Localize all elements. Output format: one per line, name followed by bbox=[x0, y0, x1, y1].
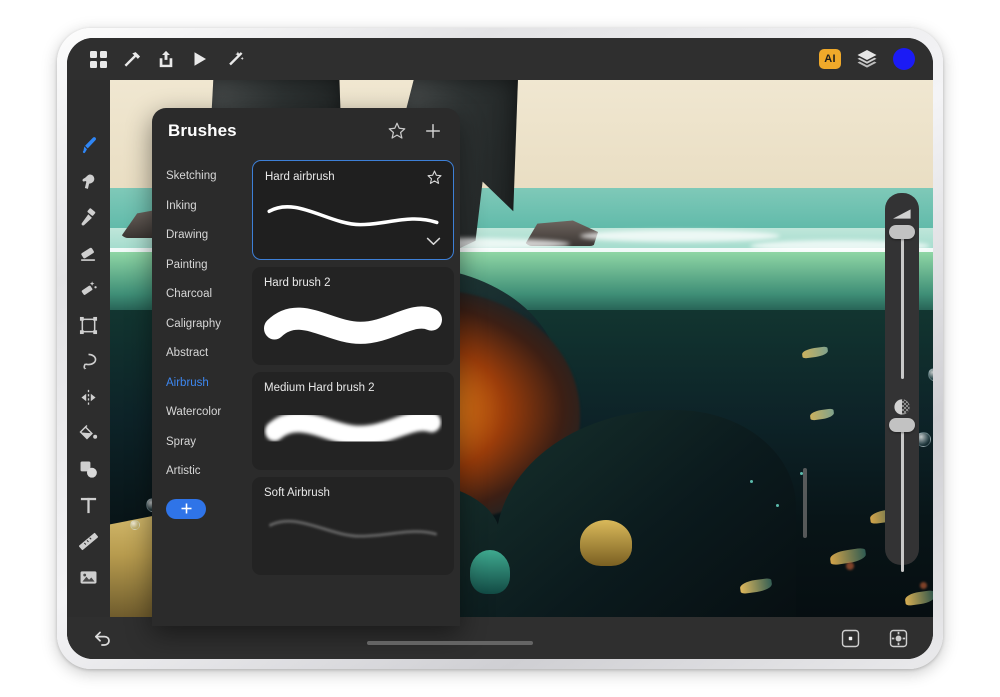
add-brush-icon[interactable] bbox=[422, 120, 444, 142]
color-preview-icon[interactable] bbox=[833, 621, 867, 655]
paint-bucket-tool[interactable] bbox=[74, 420, 104, 446]
ai-badge[interactable]: AI bbox=[819, 49, 841, 69]
category-abstract[interactable]: Abstract bbox=[166, 339, 252, 369]
brush-card-hard-brush-2[interactable]: Hard brush 2 bbox=[252, 267, 454, 365]
category-sketching[interactable]: Sketching bbox=[166, 162, 252, 192]
fit-to-screen-icon[interactable] bbox=[881, 621, 915, 655]
brush-name: Soft Airbrush bbox=[264, 487, 330, 499]
favorites-star-icon[interactable] bbox=[386, 120, 408, 142]
magic-eraser-tool[interactable] bbox=[74, 276, 104, 302]
brushes-panel-header: Brushes bbox=[152, 108, 460, 154]
category-painting[interactable]: Painting bbox=[166, 251, 252, 281]
brush-card-hard-airbrush[interactable]: Hard airbrush bbox=[252, 160, 454, 260]
layers-icon[interactable] bbox=[855, 47, 879, 71]
play-animate-icon[interactable] bbox=[183, 42, 217, 76]
brush-list[interactable]: Hard airbrush Hard brush 2 Medium Hard b… bbox=[252, 154, 460, 626]
tablet-screen: AI Brushes Sketching Inking Drawing Pain… bbox=[67, 38, 933, 659]
top-toolbar: AI bbox=[67, 38, 933, 80]
brush-settings-dock bbox=[885, 193, 919, 572]
brush-card-medium-hard-brush-2[interactable]: Medium Hard brush 2 bbox=[252, 372, 454, 470]
share-export-icon[interactable] bbox=[149, 42, 183, 76]
artwork-coral bbox=[580, 520, 632, 566]
brush-name: Hard brush 2 bbox=[264, 277, 331, 289]
opacity-checker-icon bbox=[892, 397, 912, 417]
artwork-coral bbox=[470, 550, 510, 594]
category-spray[interactable]: Spray bbox=[166, 428, 252, 458]
brush-name: Hard airbrush bbox=[265, 171, 335, 183]
image-insert-tool[interactable] bbox=[74, 564, 104, 590]
brush-card-soft-airbrush[interactable]: Soft Airbrush bbox=[252, 477, 454, 575]
opacity-track[interactable] bbox=[889, 418, 915, 572]
brush-preview-stroke bbox=[264, 293, 442, 355]
brush-preview-stroke bbox=[264, 503, 442, 565]
chevron-down-icon[interactable] bbox=[426, 233, 441, 251]
tool-sidebar bbox=[67, 80, 110, 617]
brush-size-track[interactable] bbox=[889, 225, 915, 379]
brush-size-slider[interactable] bbox=[885, 204, 919, 379]
brushes-panel-actions bbox=[386, 120, 444, 142]
symmetry-mirror-tool[interactable] bbox=[74, 384, 104, 410]
category-charcoal[interactable]: Charcoal bbox=[166, 280, 252, 310]
artwork-bubble bbox=[130, 520, 140, 530]
opacity-knob[interactable] bbox=[889, 418, 915, 432]
shapes-tool[interactable] bbox=[74, 456, 104, 482]
tablet-device: AI Brushes Sketching Inking Drawing Pain… bbox=[57, 28, 943, 669]
canvas-vertical-scrollbar[interactable] bbox=[803, 468, 807, 538]
stamp-roller-tool[interactable] bbox=[74, 204, 104, 230]
color-swatch[interactable] bbox=[893, 48, 915, 70]
brushes-panel: Brushes Sketching Inking Drawing Paintin… bbox=[152, 108, 460, 626]
page-title: Brushes bbox=[168, 121, 237, 140]
brush-category-list: Sketching Inking Drawing Painting Charco… bbox=[152, 154, 252, 626]
artwork-foam bbox=[580, 230, 780, 242]
text-tool[interactable] bbox=[74, 492, 104, 518]
eraser-tool[interactable] bbox=[74, 240, 104, 266]
top-toolbar-right-group: AI bbox=[819, 47, 933, 71]
ruler-tool[interactable] bbox=[74, 528, 104, 554]
brush-size-wedge-icon bbox=[892, 204, 912, 224]
transform-tool[interactable] bbox=[74, 312, 104, 338]
brush-name: Medium Hard brush 2 bbox=[264, 382, 375, 394]
category-drawing[interactable]: Drawing bbox=[166, 221, 252, 251]
adjustments-hammer-icon[interactable] bbox=[115, 42, 149, 76]
opacity-slider[interactable] bbox=[885, 397, 919, 572]
lasso-select-tool[interactable] bbox=[74, 348, 104, 374]
screenshot-root: AI Brushes Sketching Inking Drawing Pain… bbox=[0, 0, 1000, 697]
canvas-horizontal-scrollbar[interactable] bbox=[367, 641, 533, 645]
brush-preview-stroke bbox=[264, 398, 442, 460]
magic-wand-icon[interactable] bbox=[217, 42, 251, 76]
category-airbrush[interactable]: Airbrush bbox=[166, 369, 252, 399]
top-toolbar-left-group bbox=[67, 42, 251, 76]
add-category-button[interactable] bbox=[166, 498, 206, 519]
bottom-toolbar-right-group bbox=[833, 621, 915, 655]
brush-preview-stroke bbox=[265, 187, 441, 249]
gallery-grid-icon[interactable] bbox=[81, 42, 115, 76]
brush-size-knob[interactable] bbox=[889, 225, 915, 239]
undo-icon[interactable] bbox=[85, 621, 119, 655]
category-caligraphy[interactable]: Caligraphy bbox=[166, 310, 252, 340]
category-watercolor[interactable]: Watercolor bbox=[166, 398, 252, 428]
brush-tool[interactable] bbox=[74, 132, 104, 158]
brushes-panel-body: Sketching Inking Drawing Painting Charco… bbox=[152, 154, 460, 626]
category-inking[interactable]: Inking bbox=[166, 192, 252, 222]
category-artistic[interactable]: Artistic bbox=[166, 457, 252, 487]
smudge-tool[interactable] bbox=[74, 168, 104, 194]
